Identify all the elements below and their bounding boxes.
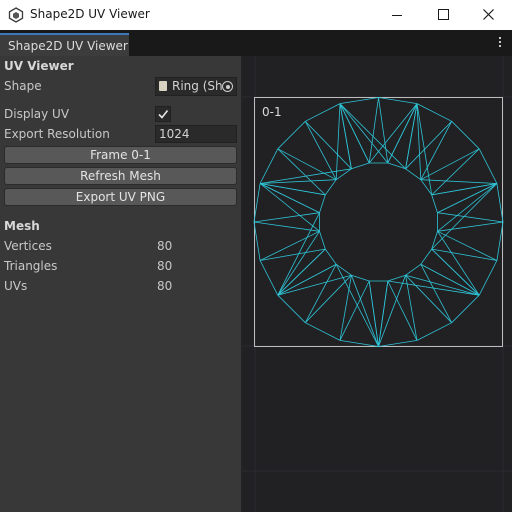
uv-edge (319, 194, 326, 213)
maximize-icon (438, 9, 449, 20)
export-resolution-label: Export Resolution (4, 127, 110, 141)
uv-edge (478, 260, 498, 296)
uv-edge (437, 183, 498, 214)
uv-edge (324, 248, 337, 265)
uv-edge (420, 264, 453, 323)
uv-edge (259, 183, 320, 214)
uv-edge (378, 275, 406, 347)
uv-edge (451, 294, 480, 323)
uv-edge (405, 263, 422, 276)
uv-edge (259, 260, 279, 296)
refresh-mesh-button[interactable]: Refresh Mesh (4, 167, 237, 185)
uv-edge (277, 212, 320, 296)
export-uv-png-button[interactable]: Export UV PNG (4, 188, 237, 206)
uv-edge (496, 221, 504, 261)
close-button[interactable] (466, 0, 512, 30)
unity-app-icon (8, 7, 24, 23)
uv-edge (253, 183, 261, 223)
uv-wireframe (253, 97, 504, 347)
mesh-header: Mesh (4, 219, 40, 233)
uv-edge (420, 179, 433, 196)
uv-edge (277, 263, 337, 296)
kebab-menu-icon[interactable] (498, 37, 502, 49)
uv-edge (259, 230, 320, 261)
maximize-button[interactable] (420, 0, 466, 30)
uv-edge (420, 179, 497, 184)
checkmark-icon (158, 110, 169, 119)
window-titlebar: Shape2D UV Viewer (0, 0, 512, 30)
display-uv-label: Display UV (4, 107, 70, 121)
frame-0-1-button[interactable]: Frame 0-1 (4, 146, 237, 164)
uv-edge (420, 248, 433, 265)
uv-edge (277, 148, 337, 181)
window-title: Shape2D UV Viewer (30, 7, 150, 21)
uvs-value: 80 (157, 279, 173, 293)
uv-edge (351, 274, 370, 282)
uv-edge (339, 340, 379, 347)
uv-edge (378, 340, 418, 347)
shape-object-field[interactable]: Ring (Sh (155, 77, 237, 96)
uv-edge (335, 168, 352, 181)
uv-edge (416, 103, 452, 122)
uv-edge (335, 263, 352, 276)
export-resolution-input[interactable]: 1024 (155, 125, 237, 143)
uv-edge (387, 103, 418, 164)
uv-edge (451, 121, 480, 150)
uv-edge (378, 97, 418, 104)
shape-object-value: Ring (Sh (172, 79, 223, 93)
uv-viewer-header: UV Viewer (4, 59, 74, 73)
uv-edge (277, 294, 306, 323)
uv-edge (478, 148, 498, 184)
uv-edge (387, 274, 406, 282)
uv-edge (416, 322, 452, 341)
object-picker-icon[interactable] (222, 81, 233, 92)
uv-edge (378, 280, 389, 347)
uv-edge (496, 183, 504, 223)
uv-edge (339, 103, 370, 164)
shape-label: Shape (4, 79, 42, 93)
uvs-label: UVs (4, 279, 28, 293)
tab-shape2d-uv-viewer[interactable]: Shape2D UV Viewer (0, 33, 129, 56)
uv-edge (259, 148, 279, 184)
uv-edge (437, 230, 498, 261)
uv-edge (324, 179, 337, 196)
uv-edge (305, 322, 341, 341)
minimize-icon (392, 15, 402, 16)
uv-edge (304, 264, 337, 323)
uv-edge (335, 264, 379, 347)
uv-edge (437, 212, 504, 223)
uv-edge (431, 194, 438, 213)
uv-edge (277, 121, 306, 150)
close-icon (483, 9, 494, 20)
triangles-label: Triangles (4, 259, 58, 273)
uv-edge (420, 121, 453, 180)
uv-edge (420, 148, 480, 181)
uv-edge (335, 103, 341, 180)
uv-edge (305, 103, 341, 122)
uv-edge (351, 162, 370, 170)
uv-edge (405, 168, 422, 181)
vertices-label: Vertices (4, 239, 52, 253)
uv-edge (253, 221, 261, 261)
triangles-value: 80 (157, 259, 173, 273)
uv-edge (351, 275, 379, 347)
uv-edge (304, 121, 337, 180)
minimize-button[interactable] (374, 0, 420, 30)
asset-icon (159, 81, 167, 91)
uv-edge (253, 212, 320, 223)
display-uv-checkbox[interactable] (155, 106, 171, 122)
uv-edge (339, 97, 379, 104)
vertices-value: 80 (157, 239, 173, 253)
uv-edge (319, 231, 326, 250)
